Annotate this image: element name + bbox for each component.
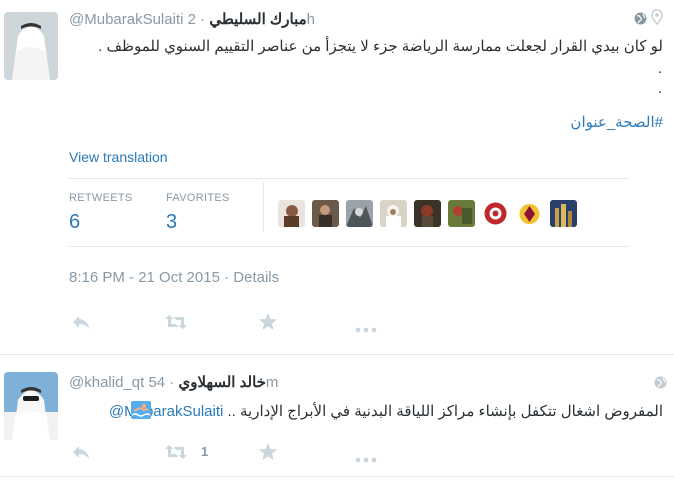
retweets-label[interactable]: RETWEETS xyxy=(69,192,133,204)
tweet-divider xyxy=(0,354,674,355)
tweet-dot-2: . xyxy=(657,80,662,97)
hashtag-link[interactable]: #الصحة_عنوان xyxy=(570,113,663,131)
stats-divider-bottom xyxy=(69,246,629,247)
reply-retweet-count[interactable]: 1 xyxy=(201,444,208,459)
favoriter-avatar[interactable] xyxy=(414,200,441,227)
favoriter-avatar[interactable] xyxy=(312,200,339,227)
tweet-timestamp: 8:16 PM - 21 Oct 2015 xyxy=(69,269,220,286)
favoriter-avatar[interactable] xyxy=(278,200,305,227)
retweets-count[interactable]: 6 xyxy=(69,211,80,234)
reply-author-avatar[interactable] xyxy=(4,372,58,440)
reply-more-icon[interactable] xyxy=(355,450,377,468)
location-pin-icon xyxy=(651,9,663,30)
reply-text-body: المفروض اشغال تتكفل بإنشاء مراكز اللياقة… xyxy=(223,403,664,420)
details-separator: · xyxy=(219,269,234,286)
tweet-text: لو كان بيدي القرار لجعلت ممارسة الرياضة … xyxy=(98,38,663,55)
star-icon[interactable] xyxy=(258,312,278,336)
retweet-icon[interactable] xyxy=(164,314,188,335)
favoriter-avatar[interactable] xyxy=(448,200,475,227)
reply-header: @khalid_qt خالد السهلاوي · 54m xyxy=(69,373,278,391)
reply-star-icon[interactable] xyxy=(258,442,278,466)
favorites-label[interactable]: FAVORITES xyxy=(166,192,230,204)
author-name[interactable]: مبارك السليطي xyxy=(209,11,306,28)
favoriter-avatar[interactable] xyxy=(516,200,543,227)
reply-retweet-icon[interactable] xyxy=(164,444,188,465)
reply-reply-icon[interactable] xyxy=(71,444,91,465)
reply-globe-icon xyxy=(654,376,667,394)
tweet-dot-1: . xyxy=(657,60,662,77)
mention-link[interactable]: @MubarakSulaiti xyxy=(109,403,223,420)
favorites-count[interactable]: 3 xyxy=(166,211,177,234)
favoriter-avatar[interactable] xyxy=(482,200,509,227)
reply-author-handle[interactable]: @khalid_qt xyxy=(69,374,144,391)
stats-separator xyxy=(263,182,264,232)
bottom-divider xyxy=(0,476,674,477)
tweet-header: @MubarakSulaiti مبارك السليطي · 2h xyxy=(69,10,315,28)
swimmer-emoji-icon xyxy=(131,401,151,424)
reply-author-name[interactable]: خالد السهلاوي xyxy=(178,374,265,391)
stats-divider-top xyxy=(69,178,629,179)
view-translation-link[interactable]: View translation xyxy=(69,149,168,165)
more-icon[interactable] xyxy=(355,320,377,338)
tweet-timestamp-row: 8:16 PM - 21 Oct 2015 · Details xyxy=(69,269,279,286)
reply-text: المفروض اشغال تتكفل بإنشاء مراكز اللياقة… xyxy=(109,402,663,420)
favoriter-avatar[interactable] xyxy=(346,200,373,227)
favoriter-avatar[interactable] xyxy=(380,200,407,227)
globe-icon xyxy=(634,12,647,30)
details-link[interactable]: Details xyxy=(233,269,279,286)
author-avatar[interactable] xyxy=(4,12,58,80)
author-handle[interactable]: @MubarakSulaiti xyxy=(69,11,183,28)
reply-icon[interactable] xyxy=(71,314,91,335)
favoriter-avatar[interactable] xyxy=(550,200,577,227)
